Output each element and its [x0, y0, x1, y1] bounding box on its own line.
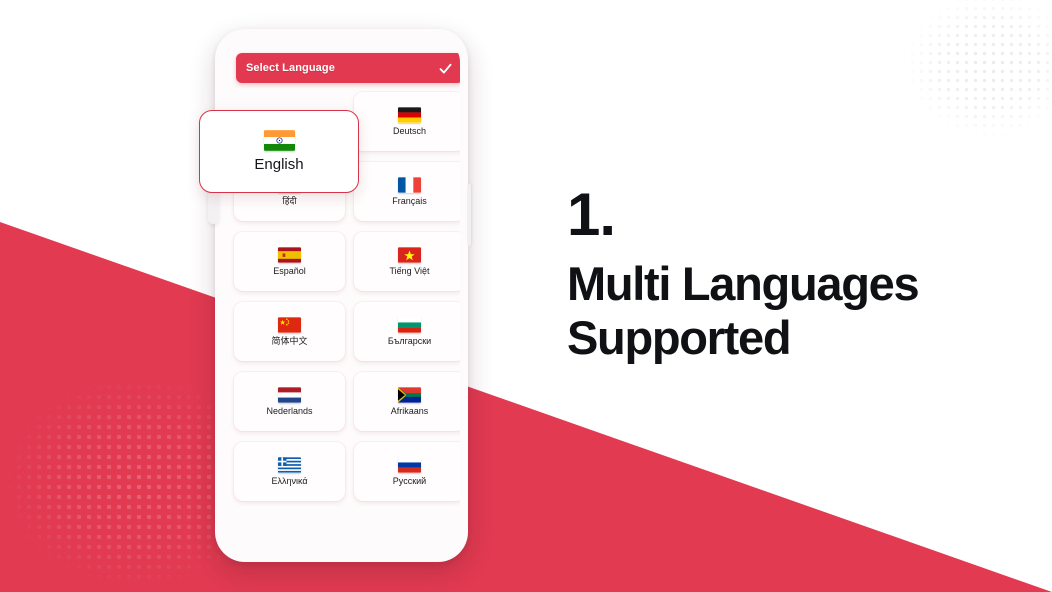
selected-language-label: English — [254, 155, 304, 173]
language-label: Afrikaans — [390, 405, 429, 416]
language-label: Русский — [392, 475, 427, 486]
flag-germany-icon — [398, 106, 421, 123]
language-label: Deutsch — [392, 125, 427, 136]
language-card[interactable]: Русский — [354, 442, 460, 501]
flag-france-icon — [398, 176, 421, 193]
language-card-selected[interactable]: English — [199, 110, 359, 193]
language-card[interactable]: Français — [354, 162, 460, 221]
language-card[interactable]: Deutsch — [354, 92, 460, 151]
flag-vietnam-icon — [398, 246, 421, 263]
language-label: हिंदी — [282, 195, 297, 206]
language-card[interactable]: Ελληνικά — [234, 442, 345, 501]
check-icon — [439, 63, 452, 73]
language-label: 简体中文 — [271, 335, 308, 346]
promo-banner: Select Language Deutsch हिंदी Français E… — [0, 0, 1052, 592]
language-label: Ελληνικά — [271, 475, 308, 486]
language-label: Nederlands — [266, 405, 313, 416]
flag-south-africa-icon — [398, 386, 421, 403]
flag-india-icon — [263, 129, 295, 151]
language-card[interactable]: 简体中文 — [234, 302, 345, 361]
app-bar: Select Language — [236, 53, 460, 83]
language-card[interactable]: Tiếng Việt — [354, 232, 460, 291]
phone-side-button — [467, 184, 471, 246]
flag-spain-icon — [278, 246, 301, 263]
flag-netherlands-icon — [278, 386, 301, 403]
language-card[interactable]: Nederlands — [234, 372, 345, 431]
language-label: Български — [387, 335, 432, 346]
step-number: 1. — [567, 181, 616, 248]
app-bar-title: Select Language — [246, 62, 335, 74]
language-label: Español — [273, 265, 306, 276]
confirm-button[interactable] — [438, 61, 453, 76]
promo-copy: 1. Multi Languages Supported — [567, 181, 1027, 364]
flag-greece-icon — [278, 456, 301, 473]
language-card[interactable]: Español — [234, 232, 345, 291]
language-card[interactable]: Afrikaans — [354, 372, 460, 431]
phone-mockup: Select Language Deutsch हिंदी Français E… — [199, 29, 471, 562]
language-card[interactable]: Български — [354, 302, 460, 361]
flag-bulgaria-icon — [398, 316, 421, 333]
language-label: Français — [392, 195, 427, 206]
page-title: Multi Languages Supported — [567, 257, 920, 364]
flag-russia-icon — [398, 456, 421, 473]
halftone-dots-top-right — [872, 0, 1052, 161]
language-label: Tiếng Việt — [389, 265, 430, 276]
flag-china-icon — [278, 316, 301, 333]
